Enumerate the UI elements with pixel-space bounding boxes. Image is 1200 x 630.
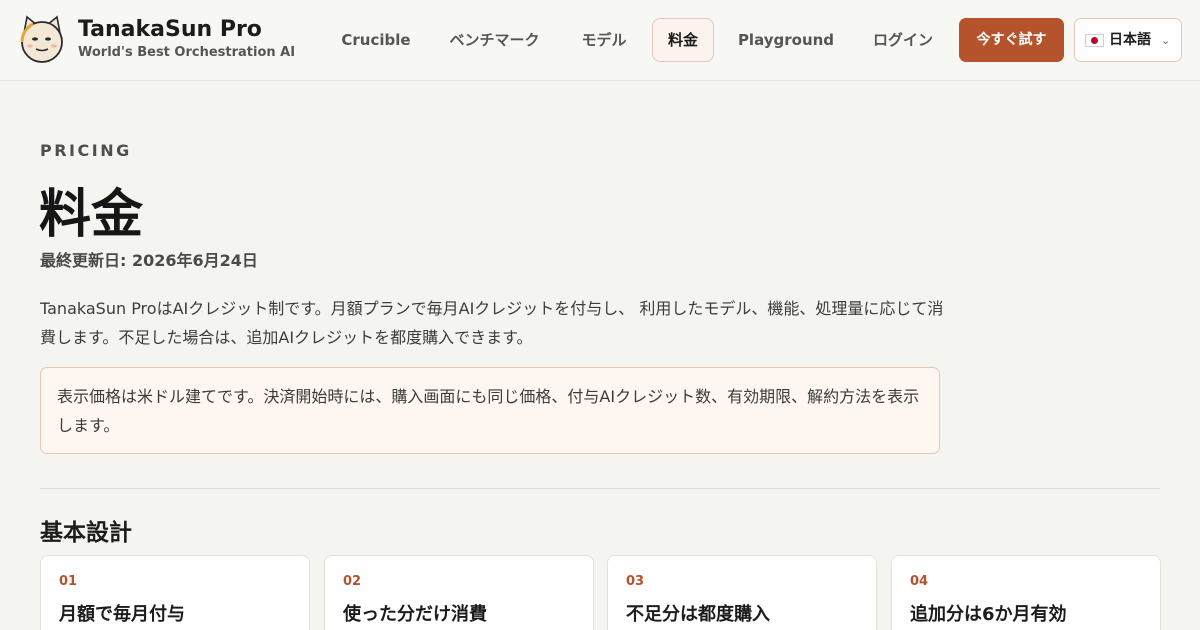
brand-name[interactable]: TanakaSun Pro xyxy=(78,17,262,42)
nav-benchmark[interactable]: ベンチマーク xyxy=(437,18,552,62)
card-number: 03 xyxy=(626,574,645,589)
section-heading: 基本設計 xyxy=(40,520,132,546)
try-now-button[interactable]: 今すぐ試す xyxy=(959,18,1064,62)
card-title: 不足分は都度購入 xyxy=(626,604,770,625)
page-title: 料金 xyxy=(39,185,144,245)
cartoon-face-logo-icon[interactable] xyxy=(18,15,66,63)
feature-card: 02 使った分だけ消費 xyxy=(324,555,594,630)
section-eyebrow: PRICING xyxy=(40,141,132,160)
nav-crucible[interactable]: Crucible xyxy=(326,18,426,62)
chevron-down-icon: ⌄ xyxy=(1161,34,1171,47)
nav-login[interactable]: ログイン xyxy=(861,18,945,62)
brand-tagline: World's Best Orchestration AI xyxy=(78,45,296,60)
japan-flag-icon xyxy=(1085,34,1104,47)
card-title: 使った分だけ消費 xyxy=(343,604,487,625)
nav-models[interactable]: モデル xyxy=(566,18,642,62)
divider xyxy=(40,488,1160,489)
language-selector[interactable]: 日本語 ⌄ xyxy=(1074,18,1182,62)
nav-playground[interactable]: Playground xyxy=(728,18,844,62)
nav-pricing[interactable]: 料金 xyxy=(652,18,714,62)
intro-text: TanakaSun ProはAIクレジット制です。月額プランで毎月AIクレジット… xyxy=(40,299,944,347)
feature-card: 03 不足分は都度購入 xyxy=(607,555,877,630)
pricing-notice: 表示価格は米ドル建てです。決済開始時には、購入画面にも同じ価格、付与AIクレジッ… xyxy=(40,367,940,454)
card-number: 04 xyxy=(910,574,929,589)
site-header: TanakaSun Pro World's Best Orchestration… xyxy=(0,0,1200,81)
card-number: 01 xyxy=(59,574,78,589)
feature-card: 04 追加分は6か月有効 xyxy=(891,555,1161,630)
language-label: 日本語 xyxy=(1109,32,1151,48)
card-title: 月額で毎月付与 xyxy=(59,604,185,625)
last-updated: 最終更新日: 2026年6月24日 xyxy=(40,251,258,270)
card-number: 02 xyxy=(343,574,362,589)
card-title: 追加分は6か月有効 xyxy=(910,604,1067,625)
feature-card: 01 月額で毎月付与 xyxy=(40,555,310,630)
